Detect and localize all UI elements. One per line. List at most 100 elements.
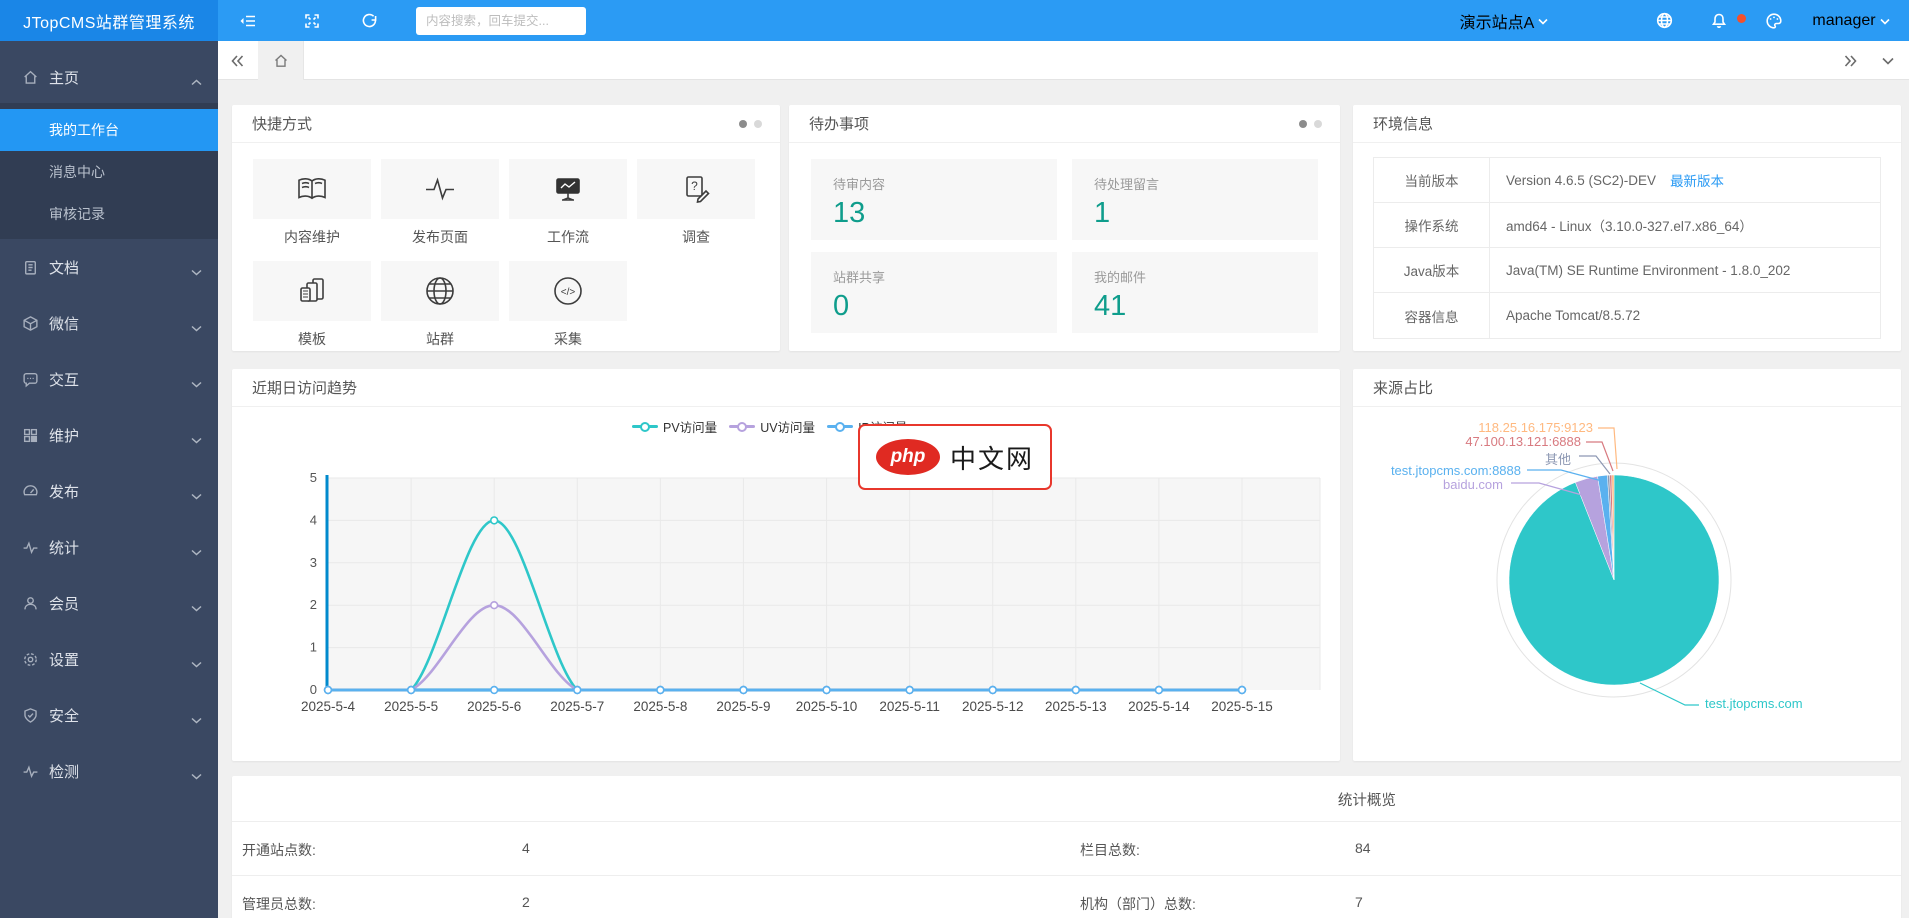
- stat-label: 开通站点数:: [242, 840, 316, 860]
- table-row: 当前版本 Version 4.6.5 (SC2)-DEV最新版本: [1374, 158, 1880, 203]
- chevron-down-icon: [191, 431, 202, 448]
- stat-label: 栏目总数:: [1080, 840, 1140, 860]
- carousel-dot-active[interactable]: [739, 120, 747, 128]
- sidebar-item-documents[interactable]: 文档: [0, 239, 218, 295]
- tabs-scroll-left-icon[interactable]: [218, 41, 256, 80]
- svg-text:2025-5-14: 2025-5-14: [1128, 699, 1190, 714]
- carousel-dot[interactable]: [1314, 120, 1322, 128]
- carousel-dot-active[interactable]: [1299, 120, 1307, 128]
- tabs-scroll-right-icon[interactable]: [1831, 41, 1869, 80]
- shortcut-survey[interactable]: ? 调查: [637, 159, 755, 247]
- pie-chart-svg: [1353, 369, 1901, 761]
- book-icon: [294, 171, 330, 207]
- todo-stat-pending-content[interactable]: 待审内容 13: [811, 159, 1057, 240]
- line-marker-icon: [827, 421, 853, 433]
- collapse-menu-icon[interactable]: [228, 0, 268, 41]
- sidebar-item-wechat[interactable]: 微信: [0, 295, 218, 351]
- shortcut-site-cluster[interactable]: 站群: [381, 261, 499, 349]
- sidebar-item-my-workbench[interactable]: 我的工作台: [0, 109, 218, 151]
- sidebar-item-members[interactable]: 会员: [0, 575, 218, 631]
- chat-icon: [22, 371, 39, 388]
- tab-home[interactable]: [258, 41, 304, 80]
- home-icon: [22, 69, 39, 86]
- sidebar-item-publish[interactable]: 发布: [0, 463, 218, 519]
- main-content: 快捷方式 内容维护 发布页面 工作流 ? 调查: [218, 80, 1909, 918]
- todo-stat-my-mail[interactable]: 我的邮件 41: [1072, 252, 1318, 333]
- svg-text:2025-5-9: 2025-5-9: [716, 699, 770, 714]
- code-circle-icon: </>: [550, 273, 586, 309]
- tabbar: [218, 41, 1909, 80]
- tabs-menu-icon[interactable]: [1869, 41, 1907, 80]
- svg-text:4: 4: [310, 512, 317, 527]
- chevron-up-icon: [191, 73, 202, 90]
- todo-stat-cluster-share[interactable]: 站群共享 0: [811, 252, 1057, 333]
- shortcut-content-maintenance[interactable]: 内容维护: [253, 159, 371, 247]
- svg-text:2025-5-15: 2025-5-15: [1211, 699, 1273, 714]
- table-row: Java版本 Java(TM) SE Runtime Environment -…: [1374, 248, 1880, 293]
- svg-text:</>: </>: [561, 287, 576, 298]
- chevron-down-icon: [191, 711, 202, 728]
- user-menu[interactable]: manager: [1811, 0, 1891, 41]
- sidebar-item-detection[interactable]: 检测: [0, 743, 218, 799]
- pie-label: test.jtopcms.com:8888: [1383, 463, 1521, 478]
- site-selector[interactable]: 演示站点A: [1459, 0, 1549, 41]
- refresh-icon[interactable]: [349, 0, 389, 41]
- shortcut-templates[interactable]: 模板: [253, 261, 371, 349]
- globe-icon: [422, 273, 458, 309]
- svg-text:2025-5-4: 2025-5-4: [301, 699, 356, 714]
- home-icon: [273, 53, 289, 69]
- svg-text:2025-5-13: 2025-5-13: [1045, 699, 1107, 714]
- stat-label: 管理员总数:: [242, 894, 316, 914]
- stat-value: 84: [1355, 840, 1371, 856]
- bell-icon[interactable]: [1699, 0, 1739, 41]
- shortcuts-panel: 快捷方式 内容维护 发布页面 工作流 ? 调查: [232, 105, 780, 351]
- php-logo: php: [876, 439, 940, 475]
- sidebar-item-statistics[interactable]: 统计: [0, 519, 218, 575]
- svg-text:?: ?: [691, 179, 698, 193]
- chevron-down-icon: [191, 375, 202, 392]
- chevron-down-icon: [1538, 12, 1548, 30]
- line-marker-icon: [729, 421, 755, 433]
- shield-icon: [22, 707, 39, 724]
- sidebar-item-home[interactable]: 主页: [0, 51, 218, 103]
- pulse-icon: [22, 763, 39, 780]
- pie-label: 118.25.16.175:9123: [1475, 420, 1593, 435]
- search-input[interactable]: [416, 7, 586, 35]
- sidebar-item-settings[interactable]: 设置: [0, 631, 218, 687]
- chevron-down-icon: [191, 263, 202, 280]
- shortcut-workflow[interactable]: 工作流: [509, 159, 627, 247]
- environment-panel: 环境信息 当前版本 Version 4.6.5 (SC2)-DEV最新版本 操作…: [1353, 105, 1901, 351]
- stat-value: 4: [522, 840, 530, 856]
- topbar: JTopCMS站群管理系统 演示站点A manager: [0, 0, 1909, 41]
- shortcut-publish-page[interactable]: 发布页面: [381, 159, 499, 247]
- sidebar-item-audit-records[interactable]: 审核记录: [0, 193, 218, 235]
- svg-text:2025-5-7: 2025-5-7: [550, 699, 604, 714]
- palette-icon[interactable]: [1754, 0, 1794, 41]
- table-row: 管理员总数: 2 机构（部门）总数: 7: [232, 876, 1901, 918]
- svg-text:5: 5: [310, 470, 317, 485]
- cube-icon: [22, 315, 39, 332]
- fullscreen-icon[interactable]: [292, 0, 332, 41]
- latest-version-link[interactable]: 最新版本: [1670, 170, 1724, 190]
- source-share-panel: 来源占比 118.25.16.175:9123 47.100.13.121:68…: [1353, 369, 1901, 761]
- legend-item-pv[interactable]: PV访问量: [632, 417, 717, 436]
- stat-label: 机构（部门）总数:: [1080, 894, 1196, 914]
- carousel-dot[interactable]: [754, 120, 762, 128]
- sidebar-item-message-center[interactable]: 消息中心: [0, 151, 218, 193]
- brand-logo: JTopCMS站群管理系统: [0, 0, 218, 41]
- pie-label: test.jtopcms.com: [1705, 696, 1803, 711]
- sidebar-item-maintenance[interactable]: 维护: [0, 407, 218, 463]
- sidebar: 主页 我的工作台 消息中心 审核记录 文档 微信 交互 维护: [0, 41, 218, 918]
- sidebar-item-interaction[interactable]: 交互: [0, 351, 218, 407]
- chevron-down-icon: [1880, 12, 1890, 30]
- sidebar-item-security[interactable]: 安全: [0, 687, 218, 743]
- environment-table: 当前版本 Version 4.6.5 (SC2)-DEV最新版本 操作系统 am…: [1373, 157, 1881, 339]
- stats-overview-panel: 统计概览 开通站点数: 4 栏目总数: 84 管理员总数: 2 机构（部门）总数…: [232, 776, 1901, 918]
- shortcut-collection[interactable]: </> 采集: [509, 261, 627, 349]
- todo-stat-pending-messages[interactable]: 待处理留言 1: [1072, 159, 1318, 240]
- line-marker-icon: [632, 421, 658, 433]
- globe-icon[interactable]: [1644, 0, 1684, 41]
- legend-item-uv[interactable]: UV访问量: [729, 417, 815, 436]
- visit-trend-panel: 近期日访问趋势 PV访问量 UV访问量 IP访问量 0123452025-5-4…: [232, 369, 1340, 761]
- svg-text:1: 1: [310, 640, 317, 655]
